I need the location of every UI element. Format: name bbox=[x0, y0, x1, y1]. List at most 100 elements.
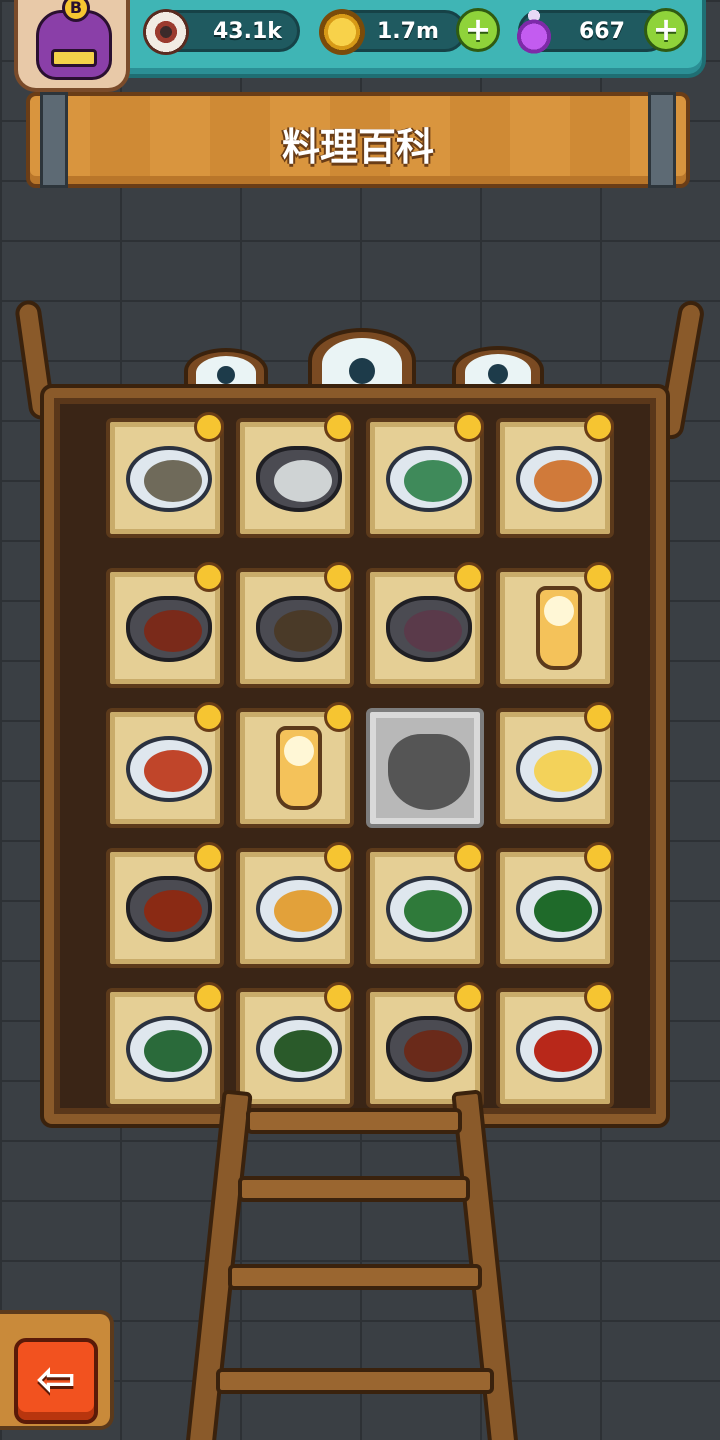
crown-badge-icon bbox=[584, 562, 614, 592]
crown-badge-icon bbox=[584, 702, 614, 732]
eyeball-counter: 43.1k bbox=[143, 9, 300, 55]
crown-badge-icon bbox=[324, 842, 354, 872]
food-icon bbox=[284, 736, 314, 766]
dish-plate-icon bbox=[386, 446, 472, 512]
potion-count: 667 bbox=[579, 19, 625, 44]
crown-badge-icon bbox=[324, 702, 354, 732]
dish-plate-icon bbox=[516, 446, 602, 512]
coin-counter: 1.7m bbox=[319, 9, 466, 55]
dish-plate-icon bbox=[256, 876, 342, 942]
ladder-rung bbox=[246, 1108, 462, 1134]
recipe-slot[interactable] bbox=[236, 562, 354, 688]
food-icon bbox=[534, 750, 592, 792]
recipe-slot[interactable] bbox=[366, 842, 484, 968]
monster-eye-center bbox=[308, 328, 416, 394]
currency-bar: 43.1k 1.7m + 667 + bbox=[110, 0, 706, 78]
potion-icon bbox=[511, 9, 557, 55]
coin-count: 1.7m bbox=[377, 19, 439, 44]
crown-badge-icon bbox=[194, 562, 224, 592]
recipe-slot[interactable] bbox=[236, 412, 354, 538]
crown-badge-icon bbox=[454, 982, 484, 1012]
food-icon bbox=[404, 1030, 462, 1072]
dish-plate-icon bbox=[516, 736, 602, 802]
recipe-slot[interactable] bbox=[236, 842, 354, 968]
dish-plate-icon bbox=[516, 876, 602, 942]
crown-badge-icon bbox=[324, 412, 354, 442]
crown-badge-icon bbox=[194, 702, 224, 732]
recipe-slot[interactable] bbox=[366, 412, 484, 538]
recipe-slot[interactable] bbox=[236, 982, 354, 1108]
food-icon bbox=[404, 460, 462, 502]
back-button-frame: ⇦ bbox=[0, 1310, 114, 1430]
food-icon bbox=[274, 610, 332, 652]
dish-bowl-icon bbox=[126, 876, 212, 942]
eyeball-icon bbox=[143, 9, 189, 55]
unknown-dish-silhouette bbox=[388, 734, 470, 810]
crown-badge-icon bbox=[194, 982, 224, 1012]
dish-bowl-icon bbox=[386, 1016, 472, 1082]
crown-badge-icon bbox=[454, 842, 484, 872]
recipe-slot[interactable] bbox=[106, 982, 224, 1108]
dish-plate-icon bbox=[126, 1016, 212, 1082]
food-icon bbox=[274, 460, 332, 502]
add-coins-button[interactable]: + bbox=[456, 8, 500, 52]
food-icon bbox=[274, 1030, 332, 1072]
recipe-slot[interactable] bbox=[496, 702, 614, 828]
dish-plate-icon bbox=[256, 1016, 342, 1082]
food-icon bbox=[534, 1030, 592, 1072]
recipe-slot[interactable] bbox=[496, 842, 614, 968]
dish-bowl-icon bbox=[386, 596, 472, 662]
food-icon bbox=[534, 890, 592, 932]
ladder-rung bbox=[228, 1264, 482, 1290]
title-banner: 料理百科 bbox=[26, 92, 690, 188]
dish-plate-icon bbox=[386, 876, 472, 942]
food-icon bbox=[144, 610, 202, 652]
food-icon bbox=[404, 610, 462, 652]
dish-plate-icon bbox=[516, 1016, 602, 1082]
page-title: 料理百科 bbox=[281, 125, 434, 169]
dish-glass-icon bbox=[536, 586, 582, 670]
food-icon bbox=[404, 890, 462, 932]
coin-icon bbox=[319, 9, 365, 55]
food-icon bbox=[144, 750, 202, 792]
monster-mouth bbox=[51, 49, 97, 67]
recipe-slot[interactable] bbox=[236, 702, 354, 828]
crown-badge-icon bbox=[324, 562, 354, 592]
ladder-rung bbox=[238, 1176, 470, 1202]
food-icon bbox=[144, 1030, 202, 1072]
dish-bowl-icon bbox=[256, 446, 342, 512]
dish-plate-icon bbox=[126, 446, 212, 512]
crown-badge-icon bbox=[584, 412, 614, 442]
eyeball-count: 43.1k bbox=[213, 19, 282, 44]
food-icon bbox=[534, 460, 592, 502]
crown-badge-icon bbox=[454, 412, 484, 442]
recipe-slot[interactable] bbox=[496, 562, 614, 688]
add-potions-button[interactable]: + bbox=[644, 8, 688, 52]
food-icon bbox=[544, 596, 574, 626]
recipe-slot[interactable] bbox=[106, 412, 224, 538]
crown-badge-icon bbox=[194, 412, 224, 442]
recipe-slot[interactable] bbox=[106, 702, 224, 828]
dish-plate-icon bbox=[126, 736, 212, 802]
food-icon bbox=[144, 890, 202, 932]
crown-badge-icon bbox=[584, 982, 614, 1012]
dish-glass-icon bbox=[276, 726, 322, 810]
food-icon bbox=[144, 460, 202, 502]
recipe-slot[interactable] bbox=[366, 562, 484, 688]
back-button[interactable]: ⇦ bbox=[14, 1338, 98, 1424]
ladder-rung bbox=[216, 1368, 494, 1394]
recipe-slot[interactable] bbox=[106, 842, 224, 968]
crown-badge-icon bbox=[194, 842, 224, 872]
crown-badge-icon bbox=[584, 842, 614, 872]
recipe-slot-locked[interactable] bbox=[366, 708, 484, 828]
crown-badge-icon bbox=[454, 562, 484, 592]
recipe-slot[interactable] bbox=[496, 412, 614, 538]
recipe-slot[interactable] bbox=[496, 982, 614, 1108]
food-icon bbox=[274, 890, 332, 932]
dish-bowl-icon bbox=[126, 596, 212, 662]
recipe-board bbox=[44, 388, 666, 1124]
monster-eye-right bbox=[452, 346, 544, 394]
player-avatar[interactable]: B bbox=[14, 0, 130, 92]
recipe-slot[interactable] bbox=[106, 562, 224, 688]
dish-bowl-icon bbox=[256, 596, 342, 662]
